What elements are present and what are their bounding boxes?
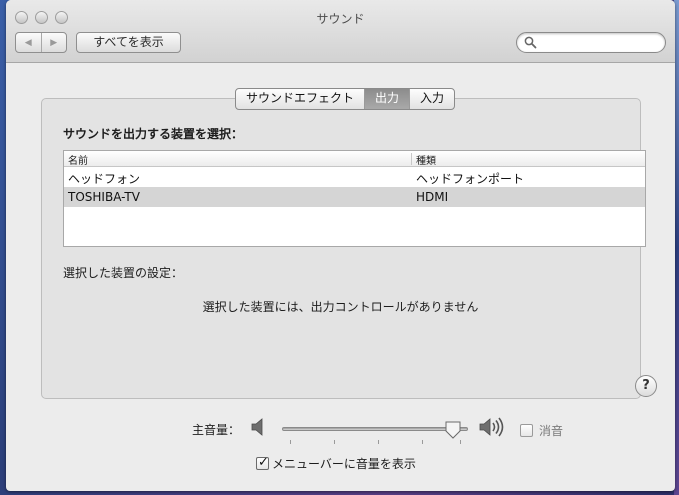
- mute-label: 消音: [539, 424, 564, 438]
- device-type: ヘッドフォンポート: [416, 172, 525, 186]
- speaker-low-icon: [251, 418, 263, 436]
- window-title: サウンド: [316, 12, 365, 26]
- back-forward-control: ◀ ▶: [15, 32, 67, 53]
- tab-content-panel: [41, 98, 641, 399]
- slider-track: [282, 427, 468, 431]
- checkmark-icon: ✓: [258, 455, 269, 470]
- show-volume-in-menubar-checkbox[interactable]: ✓ メニューバーに音量を表示: [256, 455, 416, 472]
- column-header-type[interactable]: 種類: [416, 152, 436, 167]
- mute-checkbox[interactable]: 消音: [520, 422, 563, 439]
- search-icon: [524, 36, 537, 49]
- output-device-section-label: サウンドを出力する装置を選択：: [63, 127, 244, 141]
- output-device-table[interactable]: 名前 種類 ヘッドフォン ヘッドフォンポート TOSHIBA-TV HDMI: [63, 150, 646, 247]
- search-input[interactable]: [539, 35, 659, 50]
- tab-output[interactable]: 出力: [364, 89, 410, 109]
- slider-tick: [422, 440, 423, 444]
- system-preferences-window: サウンド ◀ ▶ すべてを表示 サウンドエフェクト 出力 入力 サウンドを出力す…: [6, 0, 675, 491]
- output-volume-label: 主音量：: [192, 423, 241, 437]
- output-volume-slider[interactable]: [282, 419, 468, 444]
- forward-button[interactable]: ▶: [40, 33, 67, 52]
- mute-checkbox-box[interactable]: [520, 424, 533, 437]
- speaker-high-icon: [479, 417, 504, 437]
- back-button[interactable]: ◀: [16, 33, 41, 52]
- device-type: HDMI: [416, 190, 449, 204]
- device-settings-label: 選択した装置の設定：: [63, 266, 184, 280]
- forward-arrow-icon: ▶: [50, 37, 58, 48]
- title-bar: サウンド ◀ ▶ すべてを表示: [6, 0, 675, 63]
- back-arrow-icon: ◀: [24, 37, 32, 48]
- table-row[interactable]: ヘッドフォン ヘッドフォンポート: [64, 167, 645, 187]
- tab-sound-effects[interactable]: サウンドエフェクト: [236, 89, 364, 109]
- show-all-button[interactable]: すべてを表示: [76, 32, 181, 53]
- no-output-controls-message: 選択した装置には、出力コントロールがありません: [202, 300, 479, 314]
- slider-tick: [378, 440, 379, 444]
- help-button[interactable]: ?: [635, 375, 657, 397]
- slider-thumb[interactable]: [445, 421, 461, 439]
- table-header: 名前 種類: [64, 151, 645, 167]
- show-volume-in-menubar-box[interactable]: ✓: [256, 455, 269, 470]
- column-divider: [411, 153, 412, 165]
- show-volume-in-menubar-label: メニューバーに音量を表示: [272, 457, 416, 471]
- tab-bar: サウンドエフェクト 出力 入力: [235, 88, 456, 110]
- tab-input[interactable]: 入力: [409, 89, 454, 109]
- column-header-name[interactable]: 名前: [68, 152, 88, 167]
- search-field[interactable]: [516, 32, 666, 53]
- device-name: TOSHIBA-TV: [68, 190, 140, 204]
- slider-tick: [460, 440, 461, 444]
- table-row-selected[interactable]: TOSHIBA-TV HDMI: [64, 187, 645, 207]
- device-name: ヘッドフォン: [68, 172, 141, 186]
- slider-tick: [334, 440, 335, 444]
- slider-tick: [290, 440, 291, 444]
